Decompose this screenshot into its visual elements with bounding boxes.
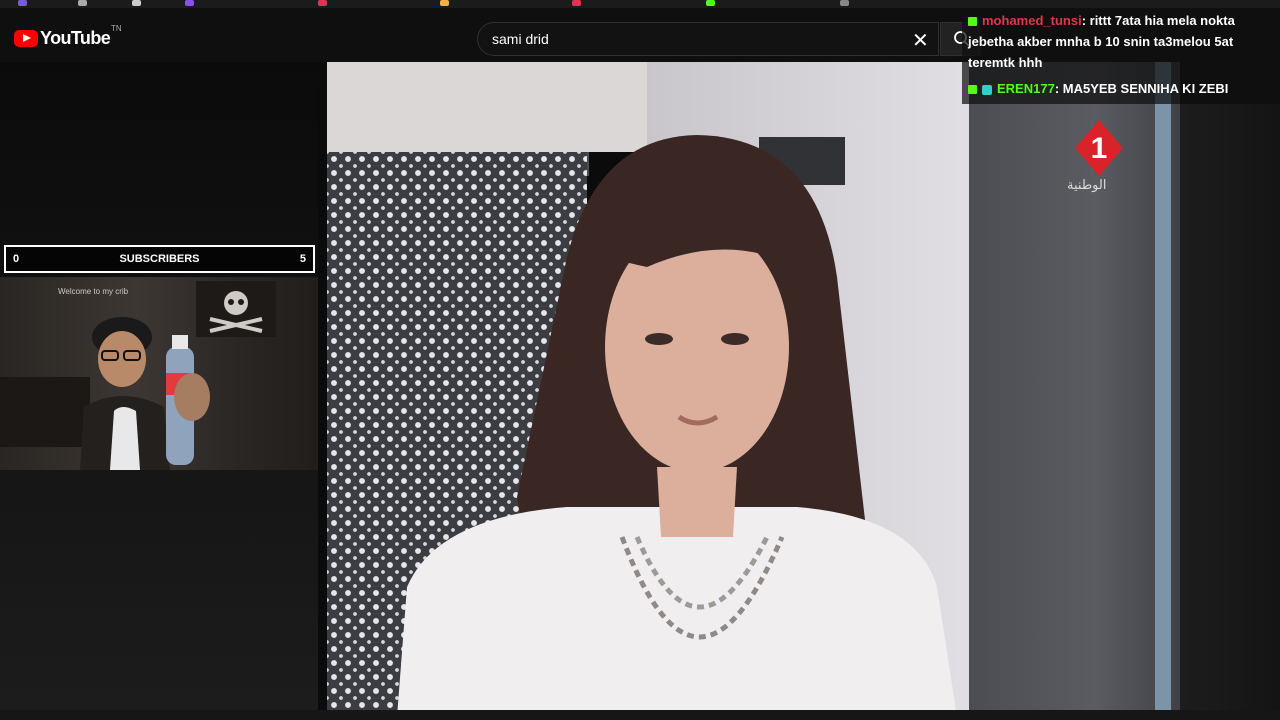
subscriber-goal-target: 5 bbox=[299, 253, 306, 265]
bookmark-icon[interactable] bbox=[572, 0, 581, 6]
chat-username: EREN177 bbox=[997, 81, 1055, 96]
streamer-figure bbox=[80, 317, 210, 470]
youtube-play-icon bbox=[14, 30, 38, 47]
right-background-strip bbox=[1180, 104, 1280, 710]
bookmark-icon[interactable] bbox=[185, 0, 194, 6]
chat-text: : MA5YEB SENNIHA KI ZEBI bbox=[1054, 81, 1229, 96]
bottom-background-strip bbox=[0, 710, 1280, 720]
bookmark-icon[interactable] bbox=[18, 0, 27, 6]
chat-username: mohamed_tunsi bbox=[982, 13, 1082, 28]
youtube-region-label: TN bbox=[111, 24, 122, 33]
kick-badge-icon bbox=[968, 85, 977, 95]
video-subject-figure bbox=[397, 135, 956, 710]
video-player[interactable]: 1 الوطنية bbox=[318, 62, 1180, 710]
subscriber-goal-label: SUBSCRIBERS bbox=[119, 253, 200, 265]
bookmark-icon[interactable] bbox=[318, 0, 327, 6]
channel-name-label: الوطنية bbox=[1067, 178, 1107, 193]
subscriber-badge-icon bbox=[982, 84, 992, 95]
bookmark-icon[interactable] bbox=[840, 0, 849, 6]
webcam-background-shelf bbox=[0, 377, 90, 447]
kick-badge-icon bbox=[968, 17, 977, 27]
channel-logo-icon: 1 bbox=[1075, 120, 1123, 176]
chat-message: EREN177: MA5YEB SENNIHA KI ZEBI bbox=[968, 78, 1268, 99]
youtube-logo-text: YouTube bbox=[40, 28, 111, 48]
video-frame: 1 الوطنية bbox=[327, 62, 1180, 710]
bookmark-icon[interactable] bbox=[706, 0, 715, 6]
youtube-logo[interactable]: YouTube TN bbox=[14, 24, 122, 49]
video-scene-door-edge bbox=[1155, 62, 1171, 710]
search-query-text: sami drid bbox=[492, 31, 549, 47]
chat-overlay: mohamed_tunsi: rittt 7ata hia mela nokta… bbox=[962, 8, 1280, 104]
subscriber-goal-bar: 0 SUBSCRIBERS 5 bbox=[4, 245, 315, 273]
bookmark-icon[interactable] bbox=[132, 0, 141, 6]
chat-message: mohamed_tunsi: rittt 7ata hia mela nokta… bbox=[968, 10, 1268, 73]
search-input[interactable]: sami drid ✕ bbox=[477, 22, 939, 56]
webcam-feed: Welcome to my crib bbox=[0, 277, 342, 470]
channel-logo-number: 1 bbox=[1091, 132, 1108, 165]
bookmark-icon[interactable] bbox=[78, 0, 87, 6]
bookmarks-bar bbox=[0, 0, 1280, 8]
clear-search-icon[interactable]: ✕ bbox=[912, 28, 929, 53]
bookmark-icon[interactable] bbox=[440, 0, 449, 6]
